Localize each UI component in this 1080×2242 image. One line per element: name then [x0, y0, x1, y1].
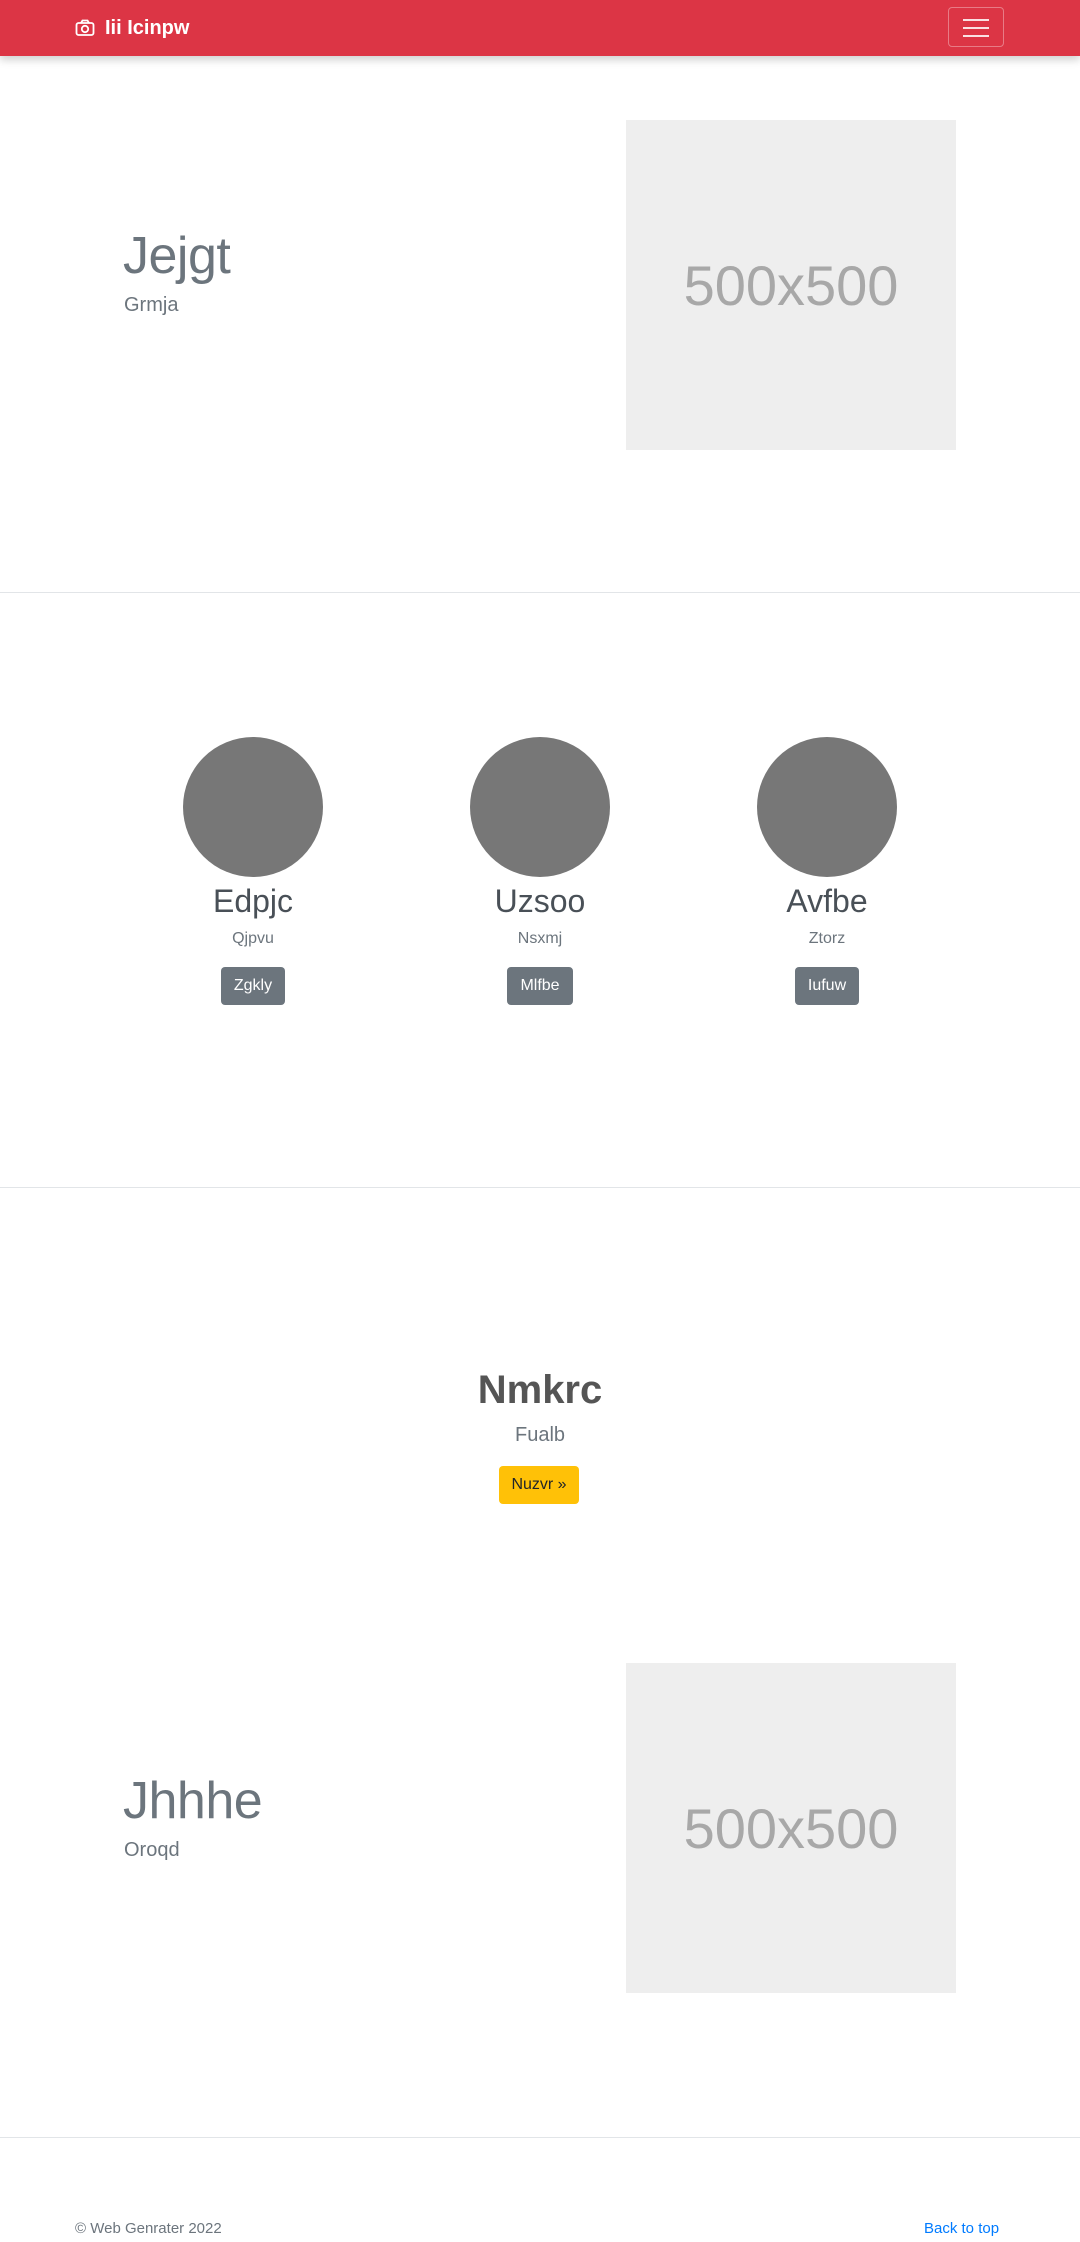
divider — [0, 592, 1080, 593]
column-text: Ztorz — [808, 930, 846, 947]
brand-name: Iii Icinpw — [105, 16, 190, 39]
column-text: Qjpvu — [232, 930, 274, 947]
column-heading: Uzsoo — [494, 883, 586, 919]
top-navbar: Iii Icinpw — [0, 0, 1080, 56]
feature-1-subtitle: Grmja — [124, 294, 179, 316]
camera-icon — [75, 18, 95, 38]
column-button[interactable]: Iufuw — [794, 967, 860, 1005]
feature-1-image-placeholder: 500x500 — [626, 120, 956, 450]
column-item: Edpjc Qjpvu Zgkly — [133, 737, 373, 1005]
column-button[interactable]: Mlfbe — [507, 967, 573, 1005]
feature-2-subtitle: Oroqd — [124, 1839, 180, 1861]
column-heading: Edpjc — [212, 883, 294, 919]
feature-1-title: Jejgt — [123, 227, 231, 285]
divider — [0, 1187, 1080, 1188]
feature-1-image-label: 500x500 — [683, 253, 899, 317]
navbar-toggler-button[interactable] — [948, 7, 1004, 47]
column-item: Uzsoo Nsxmj Mlfbe — [420, 737, 660, 1005]
avatar — [757, 737, 897, 877]
feature-2-title: Jhhhe — [123, 1772, 263, 1830]
cta-button[interactable]: Nuzvr » — [499, 1466, 579, 1504]
divider — [0, 2137, 1080, 2138]
footer-copyright: © Web Genrater 2022 — [75, 2220, 222, 2237]
feature-2-image-label: 500x500 — [683, 1796, 899, 1860]
back-to-top-link[interactable]: Back to top — [924, 2220, 999, 2237]
brand-link[interactable]: Iii Icinpw — [75, 14, 189, 42]
column-button[interactable]: Zgkly — [220, 967, 286, 1005]
cta-title: Nmkrc — [477, 1368, 603, 1412]
avatar — [183, 737, 323, 877]
avatar — [470, 737, 610, 877]
feature-2-image-placeholder: 500x500 — [626, 1663, 956, 1993]
column-heading: Avfbe — [786, 883, 868, 919]
column-item: Avfbe Ztorz Iufuw — [707, 737, 947, 1005]
column-text: Nsxmj — [517, 930, 563, 947]
cta-subtitle: Fualb — [514, 1424, 566, 1446]
